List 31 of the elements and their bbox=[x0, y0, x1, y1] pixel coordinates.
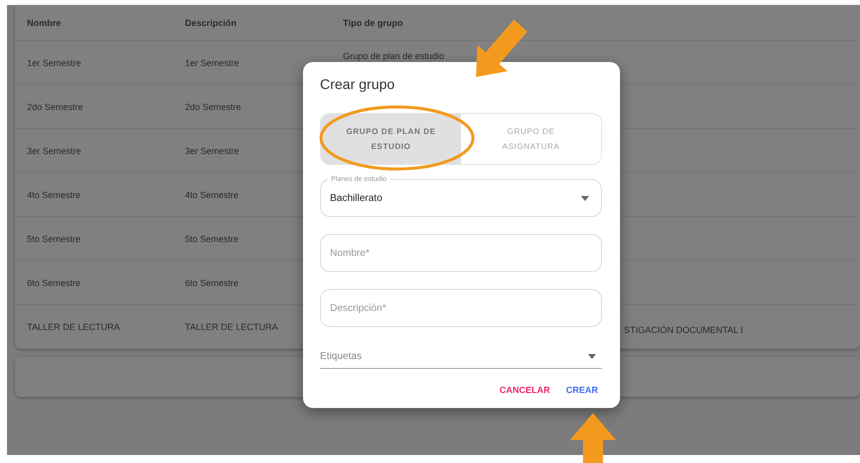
table-cell: 4to Semestre bbox=[185, 190, 239, 200]
table-cell: TALLER DE LECTURA bbox=[185, 322, 278, 332]
select-value: Bachillerato bbox=[330, 192, 382, 204]
caret-icon bbox=[581, 196, 589, 200]
table-cell: 2do Semestre bbox=[27, 102, 84, 112]
column-header: Tipo de grupo bbox=[343, 18, 403, 28]
table-cell: 3er Semestre bbox=[185, 146, 240, 156]
toggle-option[interactable]: GRUPO DE PLAN DE ESTUDIO bbox=[321, 114, 461, 164]
column-header: Descripción bbox=[185, 18, 237, 28]
create-button[interactable]: CREAR bbox=[562, 381, 602, 399]
table-cell: STIGACIÓN DOCUMENTAL I bbox=[624, 324, 744, 334]
table-cell: TALLER DE LECTURA bbox=[27, 322, 120, 332]
arrow-drawing bbox=[476, 20, 528, 77]
select-placeholder: Etiquetas bbox=[320, 350, 362, 362]
table-cell: 6to Semestre bbox=[185, 278, 239, 288]
dialog-title: Crear grupo bbox=[320, 76, 396, 92]
table-cell: 5to Semestre bbox=[27, 234, 81, 244]
cancel-button[interactable]: CANCELAR bbox=[495, 381, 554, 399]
text-field[interactable]: Descripción* bbox=[320, 289, 602, 327]
select-field[interactable]: Etiquetas bbox=[320, 344, 602, 369]
table-cell: 6to Semestre bbox=[27, 278, 81, 288]
text-field[interactable]: Nombre* bbox=[320, 234, 602, 272]
column-header: Nombre bbox=[27, 18, 62, 28]
table-cell: 2do Semestre bbox=[185, 102, 242, 112]
table-cell: 3er Semestre bbox=[27, 146, 82, 156]
table-cell: 5to Semestre bbox=[185, 234, 239, 244]
table-cell: 1er Semestre bbox=[27, 58, 82, 68]
table-cell: 1er Semestre bbox=[185, 58, 240, 68]
arrow-drawing bbox=[570, 413, 616, 463]
table-cell: 4to Semestre bbox=[27, 190, 81, 200]
table-cell: Grupo de plan de estudio bbox=[343, 51, 444, 61]
